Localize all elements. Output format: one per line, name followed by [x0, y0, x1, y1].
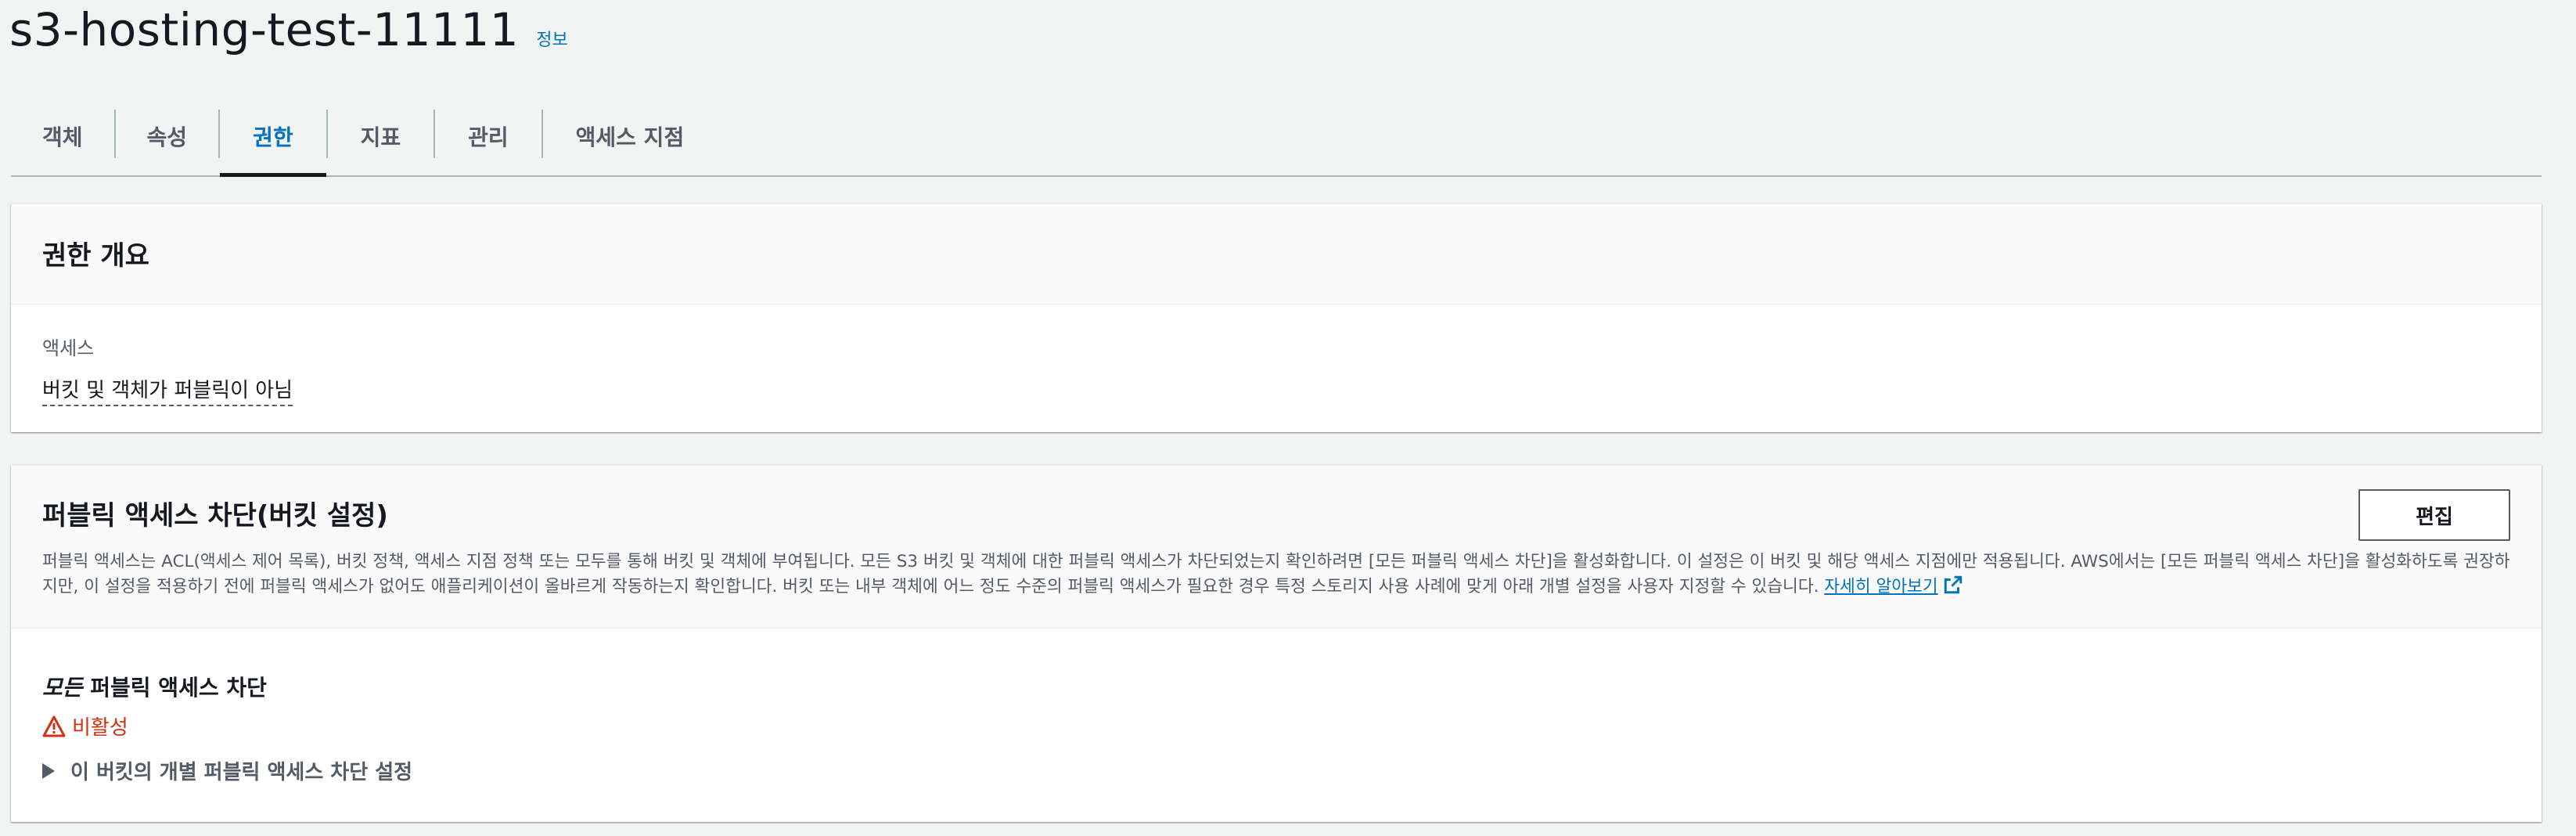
access-label: 액세스 [42, 337, 95, 359]
tab-objects[interactable]: 객체 [11, 97, 114, 175]
tab-management[interactable]: 관리 [435, 97, 541, 175]
block-all-setting-title: 모든 퍼블릭 액세스 차단 [42, 671, 2542, 702]
panel-body: 액세스 버킷 및 객체가 퍼블릭이 아님 [11, 304, 2542, 406]
panel-header: 권한 개요 [11, 204, 2542, 304]
panel-title: 권한 개요 [42, 240, 149, 272]
block-public-access-panel: 퍼블릭 액세스 차단(버킷 설정) 편집 퍼블릭 액세스는 ACL(액세스 제어… [11, 465, 2542, 822]
tab-bar: 객체 속성 권한 지표 관리 액세스 지점 [11, 97, 2542, 177]
status-text: 비활성 [72, 716, 128, 740]
page-title: s3-hosting-test-11111 [9, 3, 520, 56]
access-value[interactable]: 버킷 및 객체가 퍼블릭이 아님 [42, 374, 293, 406]
description-text: 퍼블릭 액세스는 ACL(액세스 제어 목록), 버킷 정책, 액세스 지점 정… [42, 552, 2510, 596]
expander-label: 이 버킷의 개별 퍼블릭 액세스 차단 설정 [70, 761, 413, 784]
panel-body: 모든 퍼블릭 액세스 차단 비활성 이 버킷의 개별 퍼블릭 액세스 차단 설정 [11, 629, 2542, 785]
learn-more-link[interactable]: 자세히 알아보기 [1824, 575, 1963, 596]
external-link-icon [1944, 575, 1962, 594]
setting-title-emphasis: 모든 [42, 675, 83, 701]
status-indicator: 비활성 [42, 712, 2542, 741]
learn-more-label: 자세히 알아보기 [1824, 577, 1938, 596]
permissions-overview-panel: 권한 개요 액세스 버킷 및 객체가 퍼블릭이 아님 [11, 204, 2542, 432]
panel-description: 퍼블릭 액세스는 ACL(액세스 제어 목록), 버킷 정책, 액세스 지점 정… [42, 550, 2523, 600]
panel-title: 퍼블릭 액세스 차단(버킷 설정) [42, 500, 388, 532]
page-header: s3-hosting-test-11111 정보 [9, 3, 568, 56]
edit-button[interactable]: 편집 [2358, 489, 2510, 541]
tab-metrics[interactable]: 지표 [328, 97, 434, 175]
tab-properties[interactable]: 속성 [116, 97, 219, 175]
tab-permissions[interactable]: 권한 [220, 97, 326, 177]
info-link[interactable]: 정보 [536, 26, 567, 51]
setting-title-rest: 퍼블릭 액세스 차단 [82, 675, 267, 701]
caret-right-icon [42, 762, 55, 779]
warning-icon [42, 715, 66, 737]
s3-bucket-permissions-page: s3-hosting-test-11111 정보 객체 속성 권한 지표 관리 … [0, 0, 2576, 836]
panel-header: 퍼블릭 액세스 차단(버킷 설정) 편집 퍼블릭 액세스는 ACL(액세스 제어… [11, 466, 2542, 629]
individual-settings-expander[interactable]: 이 버킷의 개별 퍼블릭 액세스 차단 설정 [42, 756, 2542, 785]
tab-access-points[interactable]: 액세스 지점 [543, 97, 718, 175]
